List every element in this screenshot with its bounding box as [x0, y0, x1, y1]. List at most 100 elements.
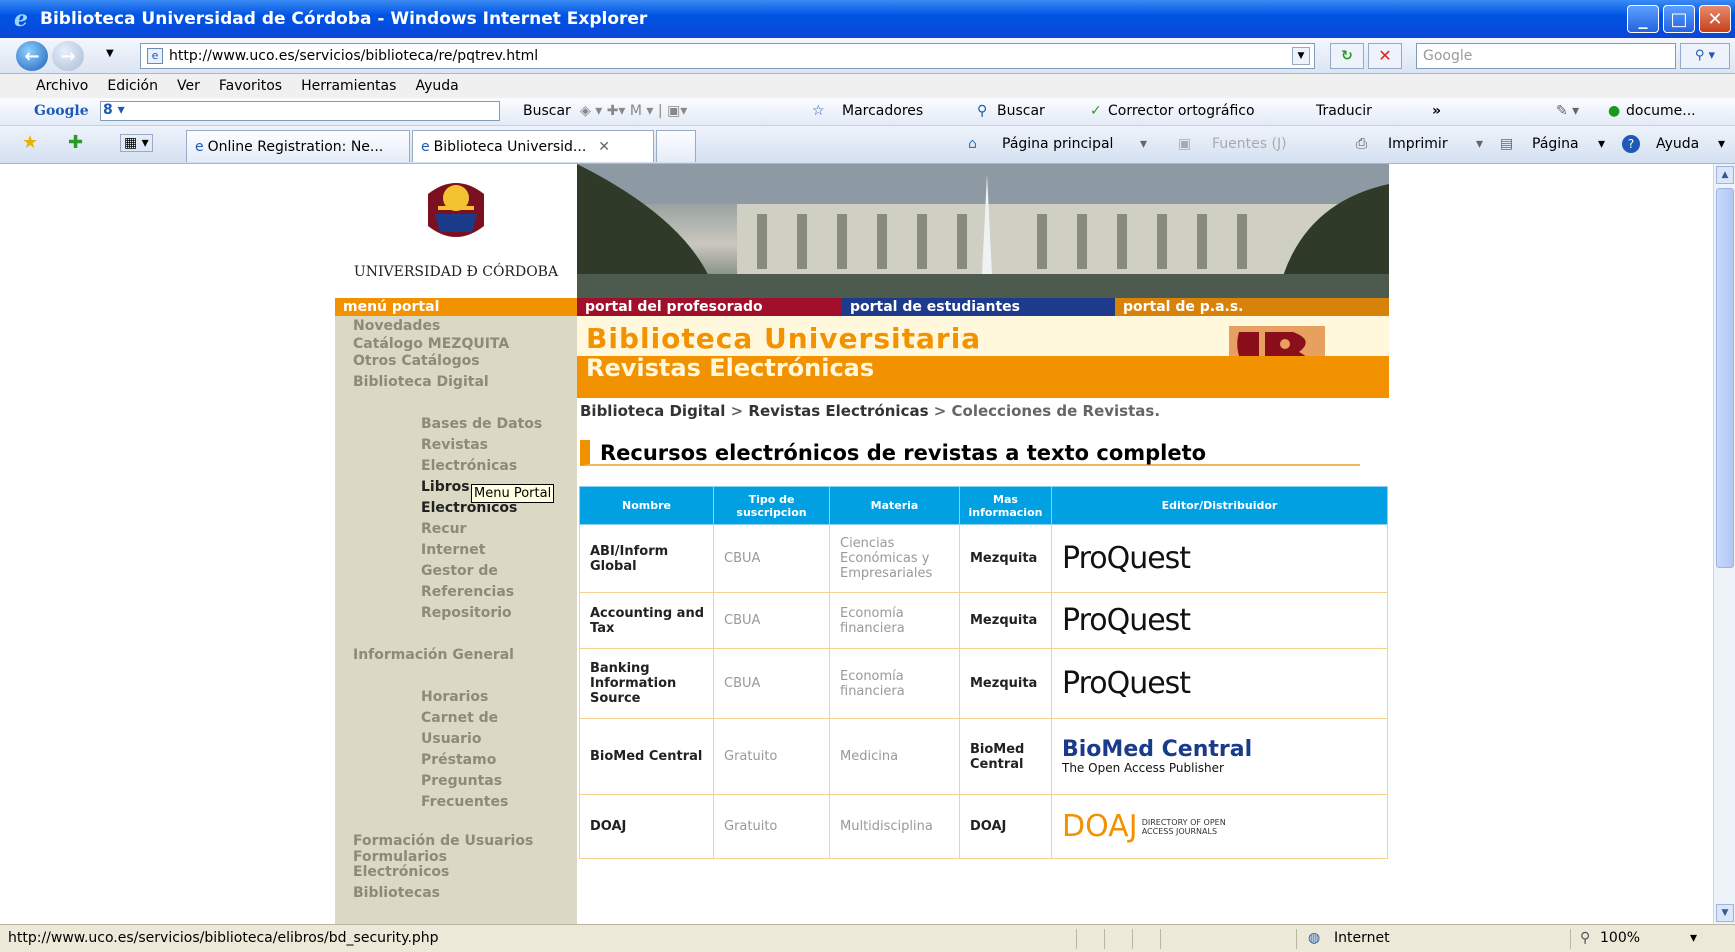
university-logo[interactable]: UNIVERSIDAD Đ CÓRDOBA	[335, 164, 577, 298]
star-icon[interactable]: ☆	[812, 103, 825, 119]
maximize-button[interactable]: □	[1663, 5, 1695, 33]
new-tab-button[interactable]	[656, 130, 696, 162]
forward-button[interactable]: →	[52, 41, 84, 71]
row-nombre[interactable]: Banking Information Source	[579, 648, 714, 719]
sidebar-item-internet[interactable]: Internet	[421, 542, 485, 558]
zoom-icon[interactable]: ⚲	[1580, 930, 1590, 946]
zoom-level[interactable]: 100%	[1600, 930, 1640, 946]
home-icon[interactable]: ⌂	[968, 136, 977, 152]
breadcrumb-revistas[interactable]: Revistas Electrónicas	[748, 402, 928, 420]
sidebar-item-otros-catalogos[interactable]: Otros Catálogos	[353, 353, 480, 369]
menu-archivo[interactable]: Archivo	[36, 78, 88, 94]
sidebar-item-gestor[interactable]: Gestor de	[421, 563, 498, 579]
row-mas[interactable]: Mezquita	[959, 524, 1052, 593]
row-nombre[interactable]: Accounting and Tax	[579, 592, 714, 649]
refresh-button[interactable]: ↻	[1330, 43, 1364, 69]
printer-icon[interactable]: ⎙	[1356, 136, 1367, 152]
chevron-down-icon[interactable]: ▼	[1292, 47, 1310, 65]
sidebar-item-repositorio[interactable]: Repositorio	[421, 605, 512, 621]
address-input[interactable]: e http://www.uco.es/servicios/biblioteca…	[140, 43, 1315, 69]
google-search-field[interactable]: 8 ▾	[100, 101, 500, 121]
sidebar-item-prestamo[interactable]: Préstamo	[421, 752, 496, 768]
help-button[interactable]: Ayuda	[1656, 136, 1699, 152]
favorites-star-icon[interactable]: ★	[22, 132, 38, 153]
history-dropdown-icon[interactable]: ▼	[106, 48, 114, 59]
row-mas[interactable]: Mezquita	[959, 592, 1052, 649]
scrollbar-thumb[interactable]	[1716, 188, 1734, 568]
sidebar-item-catalogo[interactable]: Catálogo MEZQUITA	[353, 336, 509, 352]
editor-logo[interactable]: ProQuest	[1051, 592, 1388, 649]
menu-edicion[interactable]: Edición	[107, 78, 158, 94]
sidebar-item-frecuentes[interactable]: Frecuentes	[421, 794, 508, 810]
sidebar-item-formacion[interactable]: Formación de Usuarios	[353, 833, 533, 849]
print-dropdown-icon[interactable]: ▾	[1476, 136, 1483, 152]
portal-profesorado-link[interactable]: portal del profesorado	[577, 298, 842, 316]
portal-estudiantes-link[interactable]: portal de estudiantes	[842, 298, 1115, 316]
sidebar-item-usuario[interactable]: Usuario	[421, 731, 481, 747]
sidebar-item-recursos[interactable]: Recur	[421, 521, 466, 537]
sidebar-item-revistas[interactable]: Revistas	[421, 437, 488, 453]
sidebar-item-bibliotecas[interactable]: Bibliotecas	[353, 885, 440, 901]
traducir-button[interactable]: Traducir	[1316, 103, 1372, 119]
toolbar-icons[interactable]: ◈ ▾ ✚▾ M ▾ | ▣▾	[580, 103, 687, 119]
row-nombre[interactable]: DOAJ	[579, 794, 714, 859]
sidebar-item-libros[interactable]: Libros	[421, 479, 470, 495]
close-button[interactable]: ✕	[1699, 5, 1731, 33]
corrector-button[interactable]: Corrector ortográfico	[1108, 103, 1255, 119]
search-input[interactable]: Google	[1416, 43, 1676, 69]
menu-favoritos[interactable]: Favoritos	[219, 78, 282, 94]
sidebar-item-formularios-elec[interactable]: Electrónicos	[353, 864, 449, 880]
add-favorite-icon[interactable]: ✚	[68, 132, 83, 153]
home-button[interactable]: Página principal	[1002, 136, 1113, 152]
tab-online-registration[interactable]: e Online Registration: Ne...	[186, 130, 410, 162]
back-button[interactable]: ←	[16, 41, 48, 71]
scroll-up-icon[interactable]: ▲	[1716, 166, 1734, 184]
sidebar-item-biblioteca-digital[interactable]: Biblioteca Digital	[353, 374, 489, 390]
help-icon[interactable]: ?	[1622, 135, 1640, 153]
print-button[interactable]: Imprimir	[1388, 136, 1448, 152]
more-chevron-icon[interactable]: »	[1432, 103, 1441, 119]
sidebar-item-carnet[interactable]: Carnet de	[421, 710, 498, 726]
sidebar-item-revistas-elec[interactable]: Electrónicas	[421, 458, 517, 474]
scroll-down-icon[interactable]: ▼	[1716, 904, 1734, 922]
docs-button[interactable]: docume...	[1626, 103, 1696, 119]
zoom-dropdown-icon[interactable]: ▾	[1690, 930, 1697, 946]
editor-logo[interactable]: ProQuest	[1051, 648, 1388, 719]
menu-ver[interactable]: Ver	[177, 78, 200, 94]
sidebar-item-bases-datos[interactable]: Bases de Datos	[421, 416, 542, 432]
row-nombre[interactable]: BioMed Central	[579, 718, 714, 795]
stop-button[interactable]: ✕	[1368, 43, 1402, 69]
menu-portal-bar[interactable]: menú portal	[335, 298, 577, 316]
sidebar-item-novedades[interactable]: Novedades	[353, 318, 440, 334]
sidebar-item-formularios[interactable]: Formularios	[353, 849, 447, 865]
vertical-scrollbar[interactable]: ▲ ▼	[1713, 164, 1735, 924]
home-dropdown-icon[interactable]: ▾	[1140, 136, 1147, 152]
tab-biblioteca[interactable]: e Biblioteca Universid... ✕	[412, 130, 654, 162]
editor-logo[interactable]: DOAJ DIRECTORY OF OPEN ACCESS JOURNALS	[1051, 794, 1388, 859]
editor-logo[interactable]: BioMed Central The Open Access Publisher	[1051, 718, 1388, 795]
row-mas[interactable]: Mezquita	[959, 648, 1052, 719]
tab-close-icon[interactable]: ✕	[598, 139, 610, 155]
sidebar-item-preguntas[interactable]: Preguntas	[421, 773, 502, 789]
google-buscar2-button[interactable]: Buscar	[997, 103, 1045, 119]
page-dropdown-icon[interactable]: ▾	[1598, 136, 1605, 152]
quick-tabs-icon[interactable]: ▦ ▾	[120, 134, 153, 152]
row-mas[interactable]: BioMed Central	[959, 718, 1052, 795]
marcadores-button[interactable]: Marcadores	[842, 103, 923, 119]
sidebar-item-referencias[interactable]: Referencias	[421, 584, 514, 600]
sidebar-item-info-general[interactable]: Información General	[353, 647, 514, 663]
wrench-icon[interactable]: ✎ ▾	[1556, 103, 1579, 119]
menu-ayuda[interactable]: Ayuda	[415, 78, 458, 94]
search-button[interactable]: ⚲ ▾	[1680, 43, 1730, 69]
breadcrumb-biblioteca-digital[interactable]: Biblioteca Digital	[580, 402, 725, 420]
help-dropdown-icon[interactable]: ▾	[1718, 136, 1725, 152]
sidebar-item-horarios[interactable]: Horarios	[421, 689, 488, 705]
menu-herramientas[interactable]: Herramientas	[301, 78, 396, 94]
portal-pas-link[interactable]: portal de p.a.s.	[1115, 298, 1389, 316]
google-buscar-button[interactable]: Buscar	[523, 103, 571, 119]
editor-logo[interactable]: ProQuest	[1051, 524, 1388, 593]
minimize-button[interactable]: _	[1627, 5, 1659, 33]
row-nombre[interactable]: ABI/Inform Global	[579, 524, 714, 593]
page-menu-button[interactable]: Página	[1532, 136, 1579, 152]
feeds-button[interactable]: Fuentes (J)	[1212, 136, 1287, 152]
